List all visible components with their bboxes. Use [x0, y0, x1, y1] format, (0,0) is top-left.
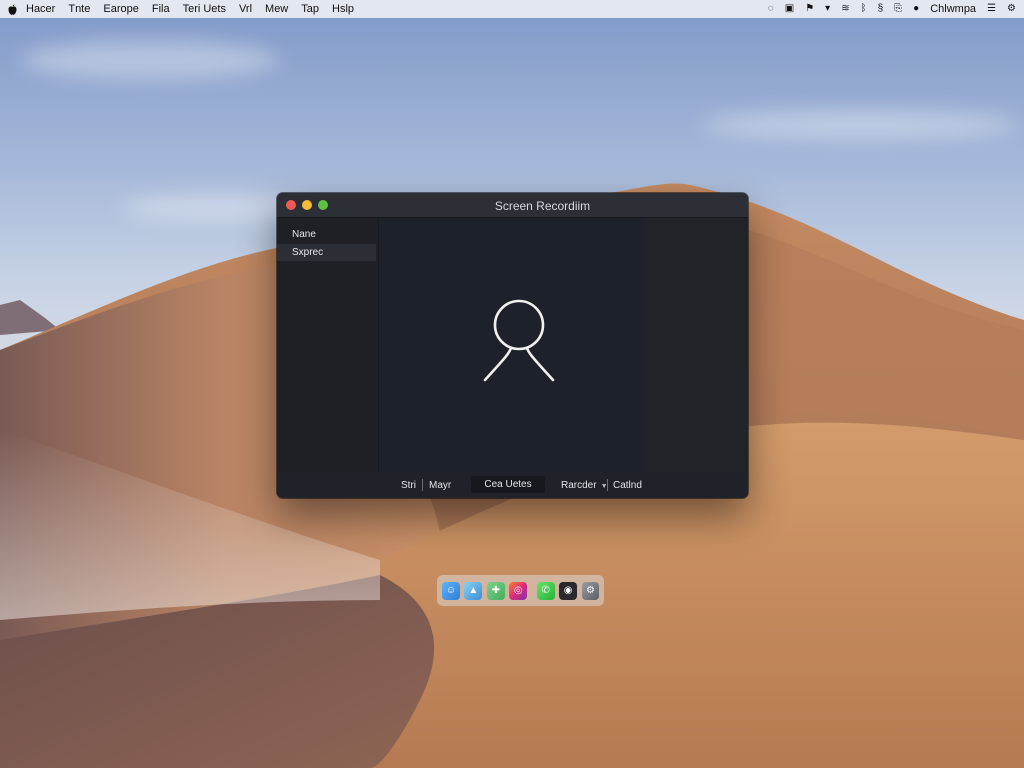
camera-icon[interactable]: ◉	[559, 581, 578, 600]
user-name[interactable]: Chlwmpa	[930, 3, 976, 15]
cloud	[20, 40, 280, 80]
menu-item-8[interactable]: Hslp	[332, 3, 354, 15]
menu-item-1[interactable]: Tnte	[68, 3, 90, 15]
person-icon	[483, 299, 555, 382]
control-center-icon[interactable]: ☰	[987, 4, 996, 14]
menu-item-6[interactable]: Mew	[265, 3, 288, 15]
desktop: Hacer Tnte Earope Fila Teri Uets Vrl Mew…	[0, 0, 1024, 768]
share-icon[interactable]: ⎘	[894, 4, 902, 14]
menu-bar: Hacer Tnte Earope Fila Teri Uets Vrl Mew…	[0, 0, 1024, 18]
menu-item-3[interactable]: Fila	[152, 3, 170, 15]
status-area: ◌ ▣ ⚑ ▾ ≋ ᛒ § ⎘ ● Chlwmpa ☰ ⚙	[768, 3, 1016, 15]
flag-icon[interactable]: ⚑	[805, 4, 814, 14]
finder-icon[interactable]: ☺	[442, 581, 460, 600]
name-field[interactable]: Cea Uetes	[471, 476, 545, 493]
photos-icon[interactable]: ▲	[464, 581, 483, 600]
wifi-icon[interactable]: ≋	[841, 4, 849, 14]
maps-icon[interactable]: ✚	[486, 581, 505, 600]
screen-record-icon[interactable]: ◌	[768, 4, 774, 14]
sidebar: Nane Sxprec	[277, 218, 379, 472]
script-icon[interactable]: §	[878, 4, 884, 14]
gear-icon[interactable]: ⚙	[1007, 4, 1016, 14]
menu-item-7[interactable]: Tap	[301, 3, 319, 15]
dock: ☺ ▲ ✚ ◎ ✆ ◉ ⚙	[437, 575, 604, 606]
instagram-icon[interactable]: ◎	[509, 581, 528, 600]
menu-item-2[interactable]: Earope	[103, 3, 138, 15]
menu-item-4[interactable]: Teri Uets	[183, 3, 226, 15]
divider	[607, 479, 608, 491]
apple-icon[interactable]	[8, 3, 18, 15]
screen-recording-window: Screen Recordiim Nane Sxprec Stri Mayr C…	[277, 193, 748, 498]
recording-preview	[379, 218, 644, 472]
sidebar-item-name[interactable]: Nane	[277, 226, 378, 243]
title-bar[interactable]	[277, 193, 748, 218]
divider	[422, 479, 423, 491]
inspector-pane	[644, 218, 748, 472]
recorder-select[interactable]: Rarcder ▼	[561, 480, 608, 491]
settings-icon[interactable]: ⚙	[581, 581, 600, 600]
bluetooth-icon[interactable]: ᛒ	[861, 4, 867, 14]
start-button[interactable]: Stri	[401, 480, 416, 491]
options-button[interactable]: Catlnd	[613, 480, 642, 491]
recorder-select-label: Rarcder	[561, 480, 597, 491]
mode-button[interactable]: Mayr	[429, 480, 451, 491]
menu-item-5[interactable]: Vrl	[239, 3, 252, 15]
sidebar-item-selected[interactable]: Sxprec	[277, 244, 376, 261]
menu-item-0[interactable]: Hacer	[26, 3, 55, 15]
lock-icon[interactable]: ●	[913, 4, 919, 14]
close-button[interactable]	[286, 200, 296, 210]
cloud	[700, 110, 1020, 140]
maximize-button[interactable]	[318, 200, 328, 210]
phone-icon[interactable]: ✆	[536, 581, 555, 600]
control-bar: Stri Mayr Cea Uetes Rarcder ▼ Catlnd	[277, 472, 748, 498]
file-icon[interactable]: ▣	[785, 4, 794, 14]
minimize-button[interactable]	[302, 200, 312, 210]
chevron-down-icon[interactable]: ▾	[825, 4, 830, 14]
